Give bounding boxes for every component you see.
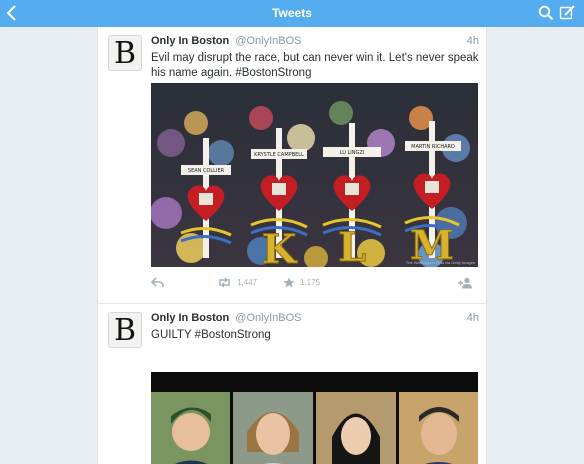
tweet-time: 4h — [466, 35, 479, 47]
page-title: Tweets — [272, 6, 312, 20]
cross-label: SEAN COLLIER — [188, 168, 225, 174]
author-handle[interactable]: @OnlyInBOS — [235, 35, 301, 47]
portrait-photo — [151, 392, 230, 464]
memorial-photo: SEAN COLLIER KRYSTLE CAMPBELL LU LINGZI … — [151, 83, 478, 267]
reply-icon[interactable] — [151, 277, 164, 288]
tweet-actions: 1,447 1,175 — [151, 275, 481, 295]
tweet-header: Only In Boston @OnlyInBOS 4h — [151, 312, 479, 326]
top-bar: Tweets — [0, 0, 584, 27]
tweet-time: 4h — [466, 312, 479, 324]
portrait-photo — [399, 392, 478, 464]
search-icon[interactable] — [538, 5, 554, 21]
memorial-letter: K — [262, 226, 298, 267]
portrait-photo — [316, 392, 396, 464]
photo-credit: The Washington Post via Getty Images — [405, 260, 475, 265]
tweet-text: GUILTY #BostonStrong — [151, 329, 271, 341]
follow-icon[interactable] — [457, 277, 474, 289]
avatar-letter: B — [113, 312, 137, 348]
tweet-header: Only In Boston @OnlyInBOS 4h — [151, 35, 479, 49]
favorite-icon — [283, 277, 295, 288]
retweet-icon — [219, 277, 230, 288]
timeline[interactable]: B Only In Boston @OnlyInBOS 4h Evil may … — [97, 27, 487, 464]
author-name[interactable]: Only In Boston — [151, 35, 229, 47]
avatar-letter: B — [113, 35, 137, 71]
cross-label: MARTIN RICHARD — [411, 144, 455, 150]
compose-icon[interactable] — [559, 4, 576, 21]
author-handle[interactable]: @OnlyInBOS — [235, 312, 301, 324]
portrait-photo — [233, 392, 313, 464]
retweet-button[interactable]: 1,447 — [217, 277, 257, 288]
tweet[interactable]: B Only In Boston @OnlyInBOS 4h Evil may … — [98, 27, 486, 304]
favorite-count: 1,175 — [300, 278, 321, 287]
favorite-button[interactable]: 1,175 — [283, 277, 320, 288]
tweet-photo[interactable] — [151, 372, 478, 464]
tweet[interactable]: B Only In Boston @OnlyInBOS 4h GUILTY #B… — [98, 304, 486, 464]
cross-label: LU LINGZI — [340, 150, 365, 156]
memorial-letter: L — [338, 224, 366, 267]
retweet-count: 1,447 — [237, 278, 258, 287]
cross-label: KRYSTLE CAMPBELL — [254, 152, 304, 158]
tweet-text: Evil may disrupt the race, but can never… — [151, 52, 479, 79]
tweet-photo[interactable]: SEAN COLLIER KRYSTLE CAMPBELL LU LINGZI … — [151, 83, 478, 267]
avatar[interactable]: B — [108, 35, 142, 71]
avatar[interactable]: B — [108, 312, 142, 348]
author-name[interactable]: Only In Boston — [151, 312, 229, 324]
